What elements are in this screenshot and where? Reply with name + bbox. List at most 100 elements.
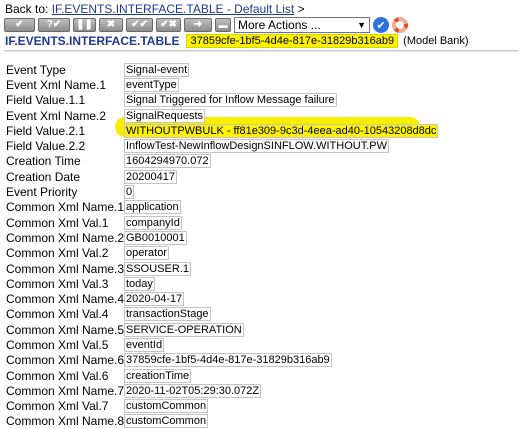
field-row: Common Xml Val.1 companyId [6,215,521,230]
delete-button[interactable]: ✖ [99,18,123,32]
field-label: Event Type [6,62,66,77]
field-row: Common Xml Val.3 today [6,276,521,291]
field-label: Common Xml Val.3 [6,276,109,291]
field-row: Common Xml Val.7 customCommon [6,399,521,414]
field-row: Common Xml Val.2 operator [6,246,521,261]
field-label: Common Xml Name.6 [6,353,125,368]
field-label: Field Value.1.1 [6,93,86,108]
pause-icon: ❚❚ [76,19,93,30]
field-row: Event Priority 0 [6,184,521,200]
next-button[interactable]: ➜ [184,18,212,32]
field-row: Event Type Signal-event [6,62,521,77]
table-name: IF.EVENTS.INTERFACE.TABLE [5,34,180,48]
back-navigation: Back to: IF.EVENTS.INTERFACE.TABLE - Def… [5,2,305,16]
field-row: Common Xml Name.6 37859cfe-1bf5-4d4e-817e… [6,353,521,368]
field-label: Common Xml Name.8 [6,414,125,429]
field-label: Field Value.2.2 [6,139,86,154]
field-row: Field Value.1.1 Signal Triggered for Infl… [6,93,521,108]
company-name: (Model Bank) [403,35,469,47]
check-cross-icon: ✔✖ [160,19,177,30]
more-actions-select[interactable]: More Actions ... ▼ [234,17,370,33]
field-label: Common Xml Val.1 [6,215,109,230]
check-circle-icon: ✔ [376,19,386,32]
commit-button[interactable]: ✔ [4,18,35,32]
field-label: Common Xml Name.5 [6,322,125,337]
field-label: Common Xml Name.1 [6,200,125,215]
go-button[interactable]: ✔ [373,17,389,33]
field-value: transactionStage [124,307,211,322]
double-check-icon: ✔✔ [131,19,148,30]
field-value: 2020-04-17 [124,292,185,307]
field-row: Field Value.2.2 InflowTest-NewInflowDesig… [6,138,521,154]
field-value: InflowTest-NewInflowDesignSINFLOW.WITHOU… [124,139,389,154]
chevron-down-icon: ▼ [357,20,366,30]
field-label: Common Xml Val.4 [6,307,109,322]
field-value: SERVICE-OPERATION [124,322,244,337]
field-value: eventType [124,77,179,92]
back-label: Back to: [5,2,49,16]
record-header: IF.EVENTS.INTERFACE.TABLE 37859cfe-1bf5-… [5,34,469,48]
field-label: Common Xml Val.6 [6,368,109,383]
field-label: Common Xml Name.2 [6,230,125,245]
field-value: SSOUSER.1 [124,261,191,276]
field-value: 20200417 [124,169,177,184]
field-row: Common Xml Name.7 2020-11-02T05:29:30.072… [6,383,521,398]
back-link[interactable]: IF.EVENTS.INTERFACE.TABLE - Default List [52,2,295,16]
field-label: Common Xml Name.7 [6,383,125,398]
field-label: Field Value.2.1 [6,123,86,138]
field-label: Event Xml Name.2 [6,108,107,123]
field-label: Common Xml Name.4 [6,292,125,307]
field-label: Creation Date [6,169,81,184]
field-row: Common Xml Name.8 customCommon [6,414,521,429]
hold-button[interactable]: ❚❚ [73,18,96,32]
divider-shadow [4,51,519,52]
field-value: SignalRequests [124,108,206,123]
record-id: 37859cfe-1bf5-4d4e-817e-31829b316ab9 [186,34,399,48]
field-value: GB0010001 [124,230,187,245]
back-suffix: > [297,2,305,16]
field-row: Common Xml Name.2 GB0010001 [6,230,521,245]
field-value: Signal Triggered for Inflow Message fail… [124,93,337,108]
field-label: Event Xml Name.1 [6,77,107,92]
toolbar: ✔ ?✔ ❚❚ ✖ ✔✔ ✔✖ ➜ ▬ More Actions ... ▼ ✔ [4,16,408,34]
field-value: 2020-11-02T05:29:30.072Z [124,383,262,398]
field-label: Creation Time [6,154,81,169]
field-row: Creation Date 20200417 [6,169,521,184]
field-value: creationTime [124,368,192,383]
audit-button[interactable]: ▬ [215,18,231,32]
question-icon: ?✔ [46,19,62,30]
field-value: eventId [124,337,165,352]
field-value: customCommon [124,414,209,429]
arrow-right-icon: ➜ [193,19,203,30]
field-row: Common Xml Val.4 transactionStage [6,307,521,322]
help-button[interactable] [392,17,408,33]
field-row: Event Xml Name.1 eventType [6,77,521,92]
cross-icon: ✖ [106,19,116,30]
field-row: Common Xml Name.4 2020-04-17 [6,291,521,307]
field-row: Common Xml Name.3 SSOUSER.1 [6,261,521,276]
field-value: 37859cfe-1bf5-4d4e-817e-31829b316ab9 [124,353,332,368]
field-label: Event Priority [6,185,78,200]
field-value: 0 [124,185,135,200]
field-value-highlighted: WITHOUTPWBULK - ff81e309-9c3d-4eea-ad40-… [124,123,439,138]
audit-icon: ▬ [218,20,228,30]
field-list: Event Type Signal-event Event Xml Name.1 e… [6,62,521,429]
field-label: Common Xml Val.2 [6,246,109,261]
field-row: Creation Time 1604294970.072 [6,154,521,169]
field-value: today [124,276,155,291]
field-value: customCommon [124,399,209,414]
authorise-button[interactable]: ✔✔ [126,18,153,32]
field-value: application [124,200,181,215]
field-value: 1604294970.072 [124,154,211,169]
checkmark-icon: ✔ [15,19,24,30]
field-label: Common Xml Val.7 [6,399,109,414]
reverse-button[interactable]: ✔✖ [156,18,181,32]
field-row: Common Xml Val.6 creationTime [6,368,521,383]
field-row: Event Xml Name.2 SignalRequests [6,108,521,123]
field-label: Common Xml Name.3 [6,261,125,276]
field-row: Common Xml Val.5 eventId [6,337,521,352]
validate-button[interactable]: ?✔ [38,18,70,32]
field-value: operator [124,246,169,261]
field-row: Common Xml Name.5 SERVICE-OPERATION [6,322,521,337]
field-value: Signal-event [124,62,190,77]
